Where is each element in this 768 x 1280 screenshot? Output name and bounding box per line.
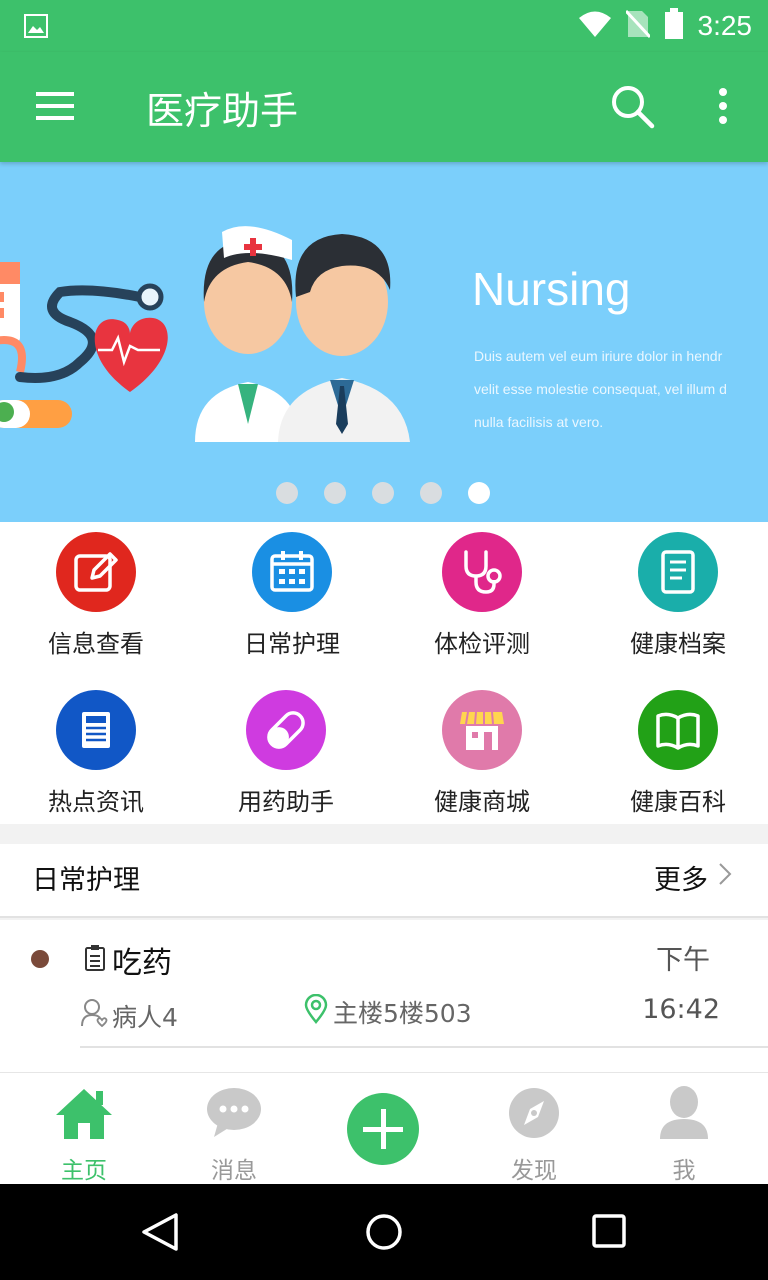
task-title: 吃药 — [112, 946, 172, 981]
task-location: 主楼5楼503 — [333, 999, 472, 1028]
grid-item-label: 用药助手 — [238, 788, 334, 816]
task-time: 16:42 — [642, 994, 720, 1025]
grid-item-encyclopedia[interactable]: 健康百科 — [582, 680, 768, 830]
calendar-icon — [252, 532, 332, 612]
location-pin-icon — [304, 993, 328, 1028]
stethoscope-icon — [442, 532, 522, 612]
list-item[interactable]: 吃药 下午 病人4 主楼5楼503 16:42 — [0, 920, 768, 1048]
edit-icon — [56, 532, 136, 612]
task-list: 吃药 下午 病人4 主楼5楼503 16:42 — [0, 920, 768, 1072]
grid-item-label: 健康商城 — [434, 788, 530, 816]
nav-label: 消息 — [211, 1158, 257, 1184]
task-period: 下午 — [656, 945, 710, 976]
grid-item-label: 热点资讯 — [48, 788, 144, 816]
document-icon — [638, 532, 718, 612]
nav-item-discover[interactable]: 发现 — [474, 1081, 594, 1184]
more-link[interactable]: 更多 — [654, 858, 732, 897]
plus-icon — [363, 1109, 403, 1149]
grid-item-medication[interactable]: 用药助手 — [190, 680, 382, 830]
page-title: 医疗助手 — [146, 89, 299, 133]
carousel-dot[interactable] — [372, 482, 394, 504]
grid-item-label: 体检评测 — [434, 630, 530, 658]
recents-icon[interactable] — [590, 1212, 630, 1252]
patient-name: 病人4 — [112, 1003, 178, 1032]
grid-item-label: 日常护理 — [244, 630, 340, 658]
pill-icon — [246, 690, 326, 770]
news-icon — [56, 690, 136, 770]
banner-heading: Nursing — [472, 263, 631, 315]
banner-desc-line: nulla facilisis at vero. — [474, 414, 604, 430]
grid-item-daily-care[interactable]: 日常护理 — [196, 522, 388, 672]
banner-desc-line: velit esse molestie consequat, vel illum… — [474, 381, 727, 397]
more-label: 更多 — [654, 865, 708, 896]
app-bar: 医疗助手 — [0, 52, 768, 162]
chevron-right-icon — [718, 862, 732, 893]
grid-item-checkup[interactable]: 体检评测 — [386, 522, 578, 672]
search-icon[interactable] — [610, 84, 656, 130]
nav-label: 发现 — [511, 1158, 557, 1184]
banner-desc-line: Duis autem vel eum iriure dolor in hendr — [474, 348, 723, 364]
wifi-icon — [578, 10, 612, 42]
back-icon[interactable] — [140, 1212, 180, 1252]
banner-illustration — [0, 226, 410, 442]
status-bar: 3:25 — [0, 0, 768, 52]
banner-carousel[interactable]: Nursing Duis autem vel eum iriure dolor … — [0, 162, 768, 522]
person-icon — [654, 1085, 714, 1141]
banner-description: Duis autem vel eum iriure dolor in hendr… — [474, 340, 768, 439]
grid-item-label: 健康百科 — [630, 788, 726, 816]
system-nav-bar — [0, 1184, 768, 1280]
image-notification-icon — [24, 14, 48, 42]
grid-item-health-record[interactable]: 健康档案 — [582, 522, 768, 672]
book-icon — [638, 690, 718, 770]
carousel-dot[interactable] — [420, 482, 442, 504]
section-title: 日常护理 — [32, 865, 140, 896]
carousel-dot[interactable] — [276, 482, 298, 504]
grid-item-label: 信息查看 — [48, 630, 144, 658]
chat-icon — [204, 1085, 264, 1141]
grid-item-health-store[interactable]: 健康商城 — [386, 680, 578, 830]
grid-item-info-view[interactable]: 信息查看 — [0, 522, 192, 672]
add-button[interactable] — [347, 1093, 419, 1165]
nav-label: 主页 — [61, 1158, 107, 1184]
compass-icon — [504, 1085, 564, 1141]
home-icon — [54, 1085, 114, 1141]
nav-item-messages[interactable]: 消息 — [174, 1081, 294, 1184]
grid-item-hot-news[interactable]: 热点资讯 — [0, 680, 192, 830]
carousel-indicator — [276, 482, 490, 504]
daily-care-section-header: 日常护理 更多 — [0, 844, 768, 918]
divider — [80, 1046, 768, 1048]
status-time: 3:25 — [697, 10, 753, 41]
feature-grid: 信息查看 日常护理 体检评测 健康档案 热点资讯 用药助手 健康商城 健康百科 — [0, 522, 768, 824]
nav-label: 我 — [672, 1158, 696, 1184]
status-dot — [31, 950, 49, 968]
battery-icon — [664, 8, 684, 44]
nav-item-me[interactable]: 我 — [624, 1081, 744, 1184]
nav-item-home[interactable]: 主页 — [24, 1081, 144, 1184]
no-sim-icon — [624, 9, 651, 43]
patient-icon — [80, 998, 110, 1032]
menu-icon[interactable] — [36, 88, 76, 124]
home-circle-icon[interactable] — [364, 1212, 404, 1252]
carousel-dot-active[interactable] — [468, 482, 490, 504]
store-icon — [442, 690, 522, 770]
carousel-dot[interactable] — [324, 482, 346, 504]
clipboard-icon — [84, 944, 106, 976]
bottom-nav: 主页 消息 发现 我 — [0, 1072, 768, 1184]
grid-item-label: 健康档案 — [630, 630, 726, 658]
more-options-icon[interactable] — [712, 86, 734, 130]
